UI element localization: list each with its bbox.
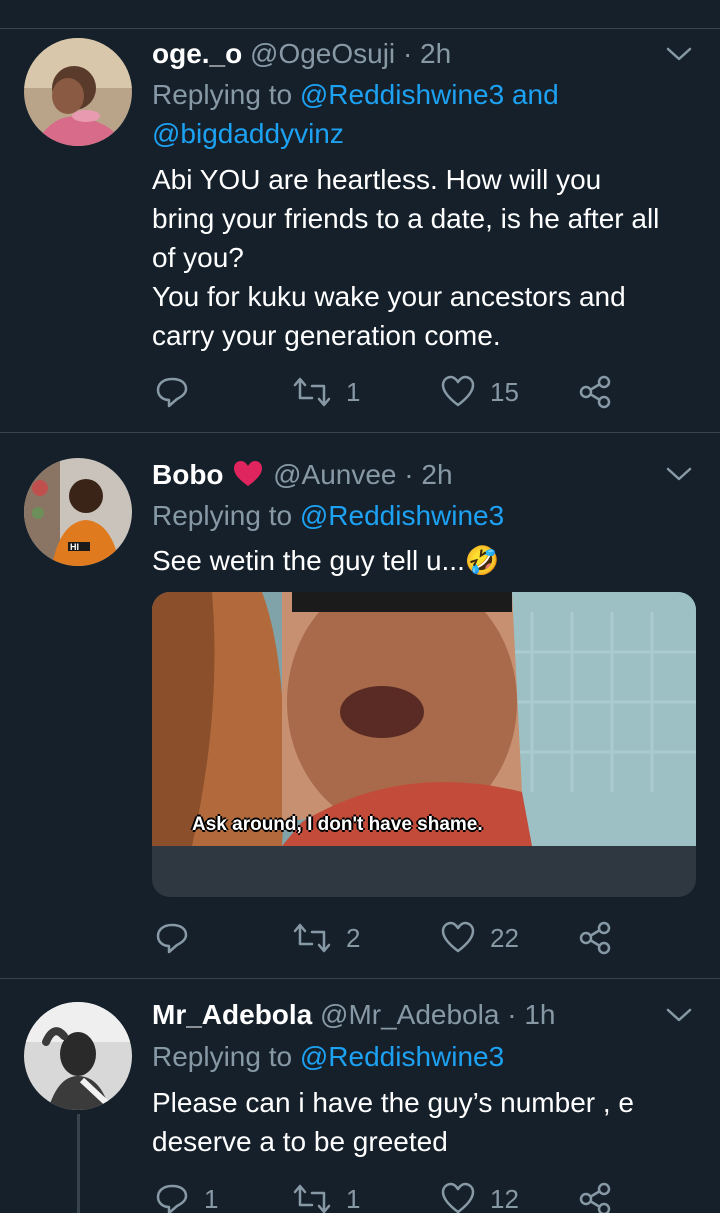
thread-line	[77, 1114, 80, 1213]
replying-to: Replying to @Reddishwine3 and	[152, 78, 559, 112]
like-button[interactable]: 22	[440, 916, 519, 960]
mention-link[interactable]: @Reddishwine3	[300, 1041, 504, 1072]
replying-to-label: Replying to	[152, 1041, 300, 1072]
retweet-button[interactable]: 2	[292, 916, 360, 960]
red-heart-emoji	[234, 461, 263, 486]
tweet-text-line: deserve a to be greeted	[152, 1126, 448, 1157]
avatar[interactable]	[24, 38, 132, 146]
tweet-actions: 1 1 12	[152, 1177, 632, 1213]
chevron-down-icon[interactable]	[664, 44, 694, 64]
avatar[interactable]	[24, 1002, 132, 1110]
tweet-text: Please can i have the guy’s number , e d…	[152, 1083, 697, 1161]
timestamp[interactable]: · 2h	[404, 459, 452, 490]
tweet-text: Abi YOU are heartless. How will you brin…	[152, 160, 697, 355]
tweet-text-line: of you?	[152, 242, 244, 273]
replying-to: Replying to @Reddishwine3	[152, 499, 504, 533]
share-button[interactable]	[578, 916, 614, 960]
tweet-text-line: Please can i have the guy’s number , e	[152, 1087, 635, 1118]
tweet-text-line: Abi YOU are heartless. How will you	[152, 164, 602, 195]
tweet-text: See wetin the guy tell u...🤣	[152, 541, 697, 580]
retweet-count: 1	[346, 376, 361, 407]
tweet-text-line: carry your generation come.	[152, 320, 501, 351]
avatar[interactable]: HI	[24, 458, 132, 566]
handle[interactable]: @Aunvee	[273, 459, 396, 490]
mention-link[interactable]: @Reddishwine3	[300, 500, 504, 531]
mention-link[interactable]: @bigdaddyvinz	[152, 118, 344, 149]
tweet-divider	[0, 432, 720, 433]
share-button[interactable]	[578, 370, 614, 414]
handle[interactable]: @OgeOsuji	[250, 38, 395, 69]
like-count: 12	[490, 1183, 519, 1213]
share-icon	[579, 921, 611, 955]
video-caption: Ask around, I don't have shame.	[192, 814, 483, 835]
replying-to-line-2: @bigdaddyvinz	[152, 117, 344, 151]
like-icon	[441, 375, 475, 407]
like-button[interactable]: 15	[440, 370, 519, 414]
tweet-text-line: bring your friends to a date, is he afte…	[152, 203, 660, 234]
display-name[interactable]: Mr_Adebola	[152, 999, 312, 1030]
chevron-down-icon[interactable]	[664, 1005, 694, 1025]
reply-count: 1	[204, 1183, 219, 1213]
tweet-text-line: You for kuku wake your ancestors and	[152, 281, 626, 312]
like-count: 22	[490, 922, 519, 953]
timestamp[interactable]: · 1h	[507, 999, 555, 1030]
like-count: 15	[490, 376, 519, 407]
tweet-text-line: See wetin the guy tell u...🤣	[152, 545, 500, 576]
replying-to-label: Replying to	[152, 500, 300, 531]
tweet-header: Bobo @Aunvee · 2h	[152, 458, 453, 492]
replying-to-label: Replying to	[152, 79, 300, 110]
timestamp[interactable]: · 2h	[403, 38, 451, 69]
replying-to: Replying to @Reddishwine3	[152, 1040, 504, 1074]
video-still-image	[152, 592, 696, 846]
media-attachment[interactable]: Ask around, I don't have shame.	[152, 592, 696, 897]
reply-icon	[156, 923, 188, 954]
reply-button[interactable]	[154, 916, 190, 960]
share-icon	[579, 375, 611, 409]
display-name[interactable]: oge._o	[152, 38, 242, 69]
display-name[interactable]: Bobo	[152, 459, 224, 490]
reply-button[interactable]: 1	[154, 1177, 218, 1213]
reply-button[interactable]	[154, 370, 190, 414]
share-button[interactable]	[578, 1177, 614, 1213]
retweet-icon	[293, 377, 331, 407]
reply-icon	[156, 377, 188, 408]
like-button[interactable]: 12	[440, 1177, 519, 1213]
retweet-icon	[293, 923, 331, 953]
retweet-icon	[293, 1184, 331, 1213]
retweet-button[interactable]: 1	[292, 370, 360, 414]
reply-icon	[156, 1184, 188, 1213]
like-icon	[441, 921, 475, 953]
tweet-actions: 2 22	[152, 916, 632, 960]
share-icon	[579, 1182, 611, 1213]
retweet-count: 2	[346, 922, 361, 953]
svg-text:HI: HI	[70, 542, 79, 552]
top-divider	[0, 0, 720, 29]
tweet-header: oge._o @OgeOsuji · 2h	[152, 37, 451, 71]
tweet-divider	[0, 978, 720, 979]
retweet-button[interactable]: 1	[292, 1177, 360, 1213]
retweet-count: 1	[346, 1183, 361, 1213]
tweet-actions: 1 15	[152, 370, 632, 414]
like-icon	[441, 1182, 475, 1213]
chevron-down-icon[interactable]	[664, 464, 694, 484]
mention-link[interactable]: @Reddishwine3 and	[300, 79, 559, 110]
handle[interactable]: @Mr_Adebola	[320, 999, 499, 1030]
tweet-header: Mr_Adebola @Mr_Adebola · 1h	[152, 998, 555, 1032]
